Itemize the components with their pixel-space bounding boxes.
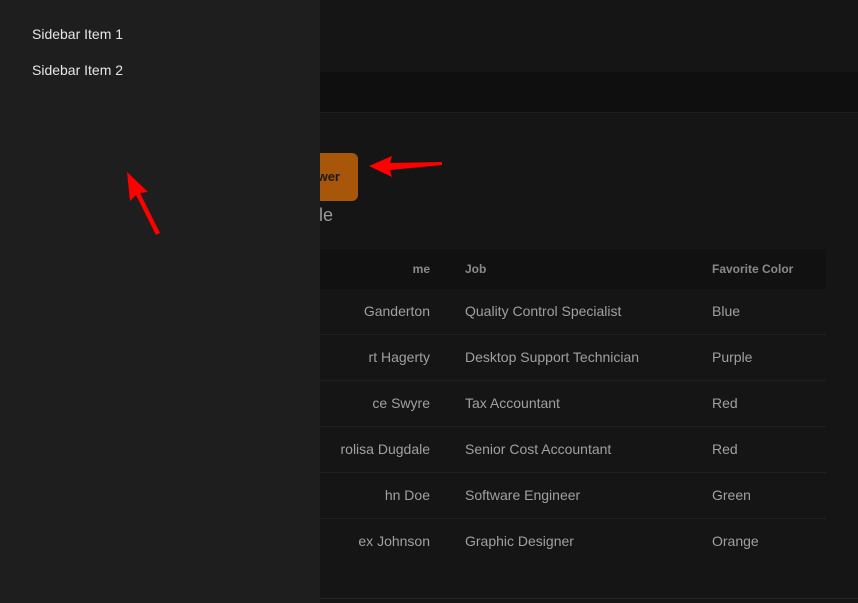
cell-job: Tax Accountant	[465, 395, 560, 411]
sidebar-drawer: Sidebar Item 1 Sidebar Item 2	[0, 0, 320, 603]
cell-favorite-color: Green	[712, 487, 751, 503]
cell-favorite-color: Orange	[712, 533, 759, 549]
app-window: wer le me Job Favorite Color Ganderton Q…	[0, 0, 858, 603]
divider	[320, 598, 858, 599]
cell-job: Desktop Support Technician	[465, 349, 640, 365]
column-header-job[interactable]: Job	[465, 249, 486, 289]
cell-job: Graphic Designer	[465, 533, 574, 549]
sidebar-item-1[interactable]: Sidebar Item 1	[32, 26, 123, 42]
cell-favorite-color: Purple	[712, 349, 753, 365]
cell-job: Software Engineer	[465, 487, 581, 503]
sidebar-item-2[interactable]: Sidebar Item 2	[32, 62, 123, 78]
column-header-favorite-color[interactable]: Favorite Color	[712, 249, 793, 289]
cell-job: Quality Control Specialist	[465, 303, 622, 319]
cell-favorite-color: Blue	[712, 303, 741, 319]
cell-job: Senior Cost Accountant	[465, 441, 612, 457]
cell-favorite-color: Red	[712, 395, 738, 411]
cell-favorite-color: Red	[712, 441, 738, 457]
